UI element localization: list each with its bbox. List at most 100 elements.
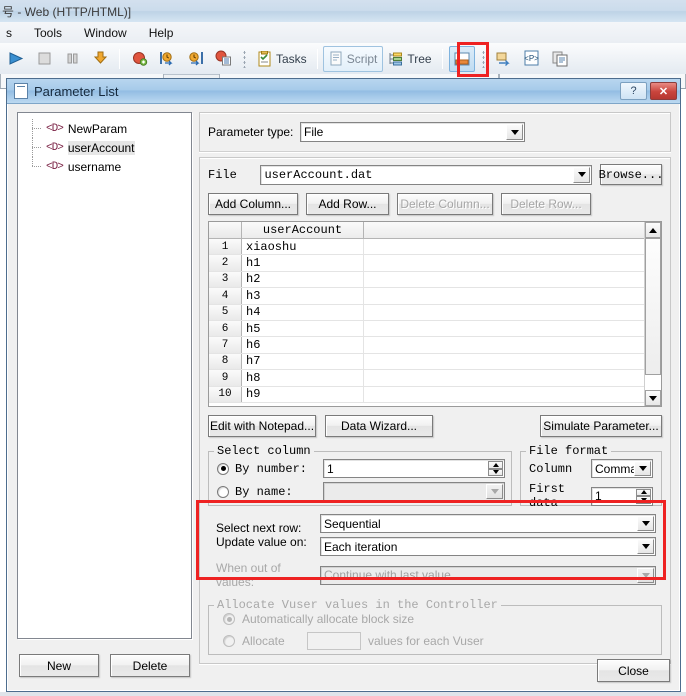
row-number[interactable]: 2 bbox=[209, 255, 242, 271]
row-value-cell[interactable]: h5 bbox=[242, 320, 364, 337]
row-value-cell[interactable]: h1 bbox=[242, 255, 364, 271]
step-into-icon[interactable] bbox=[154, 46, 180, 72]
allocate-value-input[interactable] bbox=[307, 632, 361, 650]
table-row[interactable]: 2 h1 bbox=[209, 255, 661, 272]
table-row[interactable]: 4 h3 bbox=[209, 288, 661, 305]
scroll-thumb[interactable] bbox=[645, 238, 661, 375]
row-value-cell[interactable]: h9 bbox=[242, 386, 364, 402]
allocate-radio[interactable] bbox=[223, 635, 235, 647]
parameter-type-combo[interactable]: File bbox=[300, 122, 525, 142]
table-row[interactable]: 8 h7 bbox=[209, 353, 661, 371]
spinner-arrows[interactable] bbox=[636, 488, 651, 504]
parameter-list-icon[interactable]: <P> bbox=[520, 46, 546, 72]
menu-item-window[interactable]: Window bbox=[80, 24, 131, 42]
help-button[interactable]: ? bbox=[620, 82, 647, 100]
tree-item-useraccount[interactable]: <D> userAccount bbox=[18, 138, 191, 157]
close-window-button[interactable]: ✕ bbox=[650, 82, 677, 100]
by-name-radio[interactable] bbox=[217, 485, 229, 498]
step-out-icon[interactable] bbox=[182, 46, 208, 72]
new-button[interactable]: New bbox=[19, 654, 99, 677]
row-value-cell[interactable]: h4 bbox=[242, 304, 364, 320]
table-row[interactable]: 10 h9 bbox=[209, 386, 661, 403]
row-number[interactable]: 1 bbox=[209, 239, 242, 255]
toolbar-grip bbox=[243, 49, 246, 68]
table-row[interactable]: 7 h6 bbox=[209, 337, 661, 354]
edit-with-notepad-button[interactable]: Edit with Notepad... bbox=[208, 415, 316, 437]
scroll-down-button[interactable] bbox=[645, 390, 661, 406]
grid-column-header[interactable]: userAccount bbox=[242, 222, 364, 238]
scroll-up-button[interactable] bbox=[645, 222, 661, 238]
run-play-icon[interactable] bbox=[3, 46, 29, 72]
pause-icon[interactable] bbox=[59, 46, 85, 72]
row-value-cell[interactable]: h7 bbox=[242, 353, 364, 370]
menu-item-s[interactable]: s bbox=[2, 24, 16, 42]
select-next-row-combo[interactable]: Sequential bbox=[320, 514, 656, 533]
row-number[interactable]: 5 bbox=[209, 304, 242, 320]
row-value-cell[interactable]: xiaoshu bbox=[242, 239, 364, 255]
parameter-data-grid[interactable]: userAccount 1 xiaoshu 2 h1 3 h2 4 h3 5 h4 6 h5 7 h6 8 h… bbox=[208, 221, 662, 407]
delete-column-button[interactable]: Delete Column... bbox=[397, 193, 493, 215]
snapshot-icon[interactable] bbox=[210, 46, 236, 72]
table-row[interactable]: 3 h2 bbox=[209, 271, 661, 289]
delete-button[interactable]: Delete bbox=[110, 654, 190, 677]
row-number[interactable]: 4 bbox=[209, 288, 242, 304]
row-number[interactable]: 6 bbox=[209, 320, 242, 337]
when-out-of-values-combo[interactable]: Continue with last value bbox=[320, 565, 656, 585]
add-column-button[interactable]: Add Column... bbox=[208, 193, 298, 215]
row-number[interactable]: 10 bbox=[209, 386, 242, 402]
row-number[interactable]: 9 bbox=[209, 370, 242, 386]
simulate-parameter-button[interactable]: Simulate Parameter... bbox=[540, 415, 662, 437]
browse-button[interactable]: Browse... bbox=[599, 164, 663, 185]
chevron-down-icon[interactable] bbox=[637, 567, 654, 583]
grid-body: 1 xiaoshu 2 h1 3 h2 4 h3 5 h4 6 h5 7 h6 8 h7 9 h8 10 h9 bbox=[209, 239, 661, 403]
script-view-button[interactable]: Script bbox=[322, 45, 384, 72]
tasks-button[interactable]: Tasks bbox=[252, 46, 312, 72]
file-combo[interactable]: userAccount.dat bbox=[260, 164, 592, 185]
row-number[interactable]: 7 bbox=[209, 337, 242, 353]
row-value-cell[interactable]: h8 bbox=[242, 370, 364, 386]
tree-list-icon bbox=[389, 52, 403, 66]
scroll-track[interactable] bbox=[645, 238, 661, 390]
row-number[interactable]: 3 bbox=[209, 271, 242, 288]
by-number-radio[interactable] bbox=[217, 462, 229, 475]
update-value-on-combo[interactable]: Each iteration bbox=[320, 537, 656, 556]
chevron-down-icon[interactable] bbox=[634, 461, 651, 476]
first-data-spinner[interactable]: 1 bbox=[591, 486, 653, 506]
copy-page-icon[interactable] bbox=[548, 46, 574, 72]
chevron-down-icon[interactable] bbox=[637, 539, 654, 554]
add-row-button[interactable]: Add Row... bbox=[306, 193, 389, 215]
chevron-down-icon[interactable] bbox=[506, 124, 523, 140]
column-combo[interactable]: Comma bbox=[591, 459, 653, 478]
by-name-combo[interactable] bbox=[323, 482, 505, 501]
row-filler bbox=[364, 288, 661, 303]
menu-item-tools[interactable]: Tools bbox=[30, 24, 66, 42]
chevron-down-icon[interactable] bbox=[637, 516, 654, 531]
tree-item-newparam[interactable]: <D> NewParam bbox=[18, 119, 191, 138]
table-row[interactable]: 9 h8 bbox=[209, 370, 661, 387]
tree-view-button[interactable]: Tree bbox=[383, 46, 436, 72]
delete-row-button[interactable]: Delete Row... bbox=[501, 193, 591, 215]
tree-item-username[interactable]: <D> username bbox=[18, 157, 191, 176]
table-row[interactable]: 6 h5 bbox=[209, 320, 661, 338]
parameter-tree[interactable]: <D> NewParam <D> userAccount <D> usernam… bbox=[17, 112, 192, 639]
transaction-icon[interactable] bbox=[492, 46, 518, 72]
auto-allocate-radio[interactable] bbox=[223, 613, 235, 625]
row-value-cell[interactable]: h6 bbox=[242, 337, 364, 353]
row-value-cell[interactable]: h3 bbox=[242, 288, 364, 304]
close-button[interactable]: Close bbox=[597, 659, 670, 682]
row-number[interactable]: 8 bbox=[209, 353, 242, 370]
chevron-down-icon[interactable] bbox=[486, 484, 503, 499]
table-row[interactable]: 1 xiaoshu bbox=[209, 239, 661, 256]
stop-square-icon[interactable] bbox=[31, 46, 57, 72]
menu-item-help[interactable]: Help bbox=[145, 24, 178, 42]
file-value: userAccount.dat bbox=[264, 167, 373, 182]
spinner-arrows[interactable] bbox=[488, 461, 503, 476]
record-ball-icon[interactable] bbox=[126, 46, 152, 72]
grid-vertical-scrollbar[interactable] bbox=[644, 222, 661, 406]
table-row[interactable]: 5 h4 bbox=[209, 304, 661, 321]
download-arrow-icon[interactable] bbox=[87, 46, 113, 72]
chevron-down-icon[interactable] bbox=[573, 166, 590, 183]
row-value-cell[interactable]: h2 bbox=[242, 271, 364, 288]
by-number-spinner[interactable]: 1 bbox=[323, 459, 505, 478]
data-wizard-button[interactable]: Data Wizard... bbox=[325, 415, 433, 437]
